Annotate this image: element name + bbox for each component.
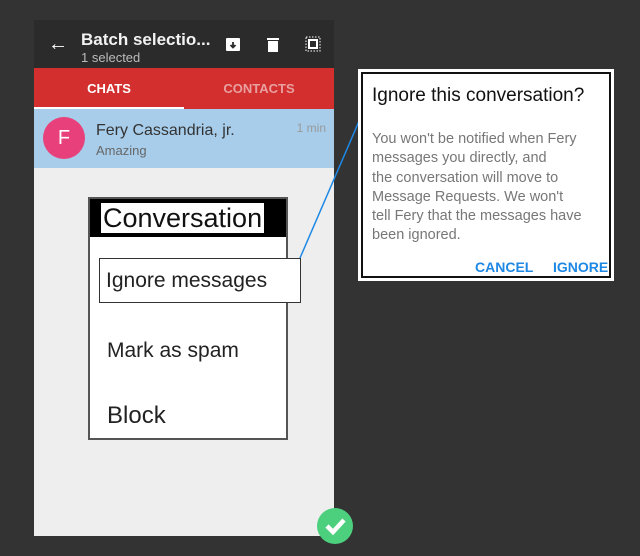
body-line: the conversation will move to	[372, 169, 559, 186]
dialog-body: You won't be notified when Fery messages…	[372, 130, 582, 246]
ignore-dialog: Ignore this conversation? You won't be n…	[358, 69, 614, 281]
body-line: been ignored.	[372, 227, 461, 244]
body-line: Message Requests. We won't	[372, 188, 564, 205]
cancel-button[interactable]: CANCEL	[475, 259, 533, 275]
ignore-button[interactable]: IGNORE	[553, 259, 608, 275]
body-line: messages you directly, and	[372, 150, 547, 167]
body-line: tell Fery that the messages have	[372, 208, 582, 225]
dialog-title: Ignore this conversation?	[372, 85, 585, 106]
body-line: You won't be notified when Fery	[372, 131, 577, 147]
